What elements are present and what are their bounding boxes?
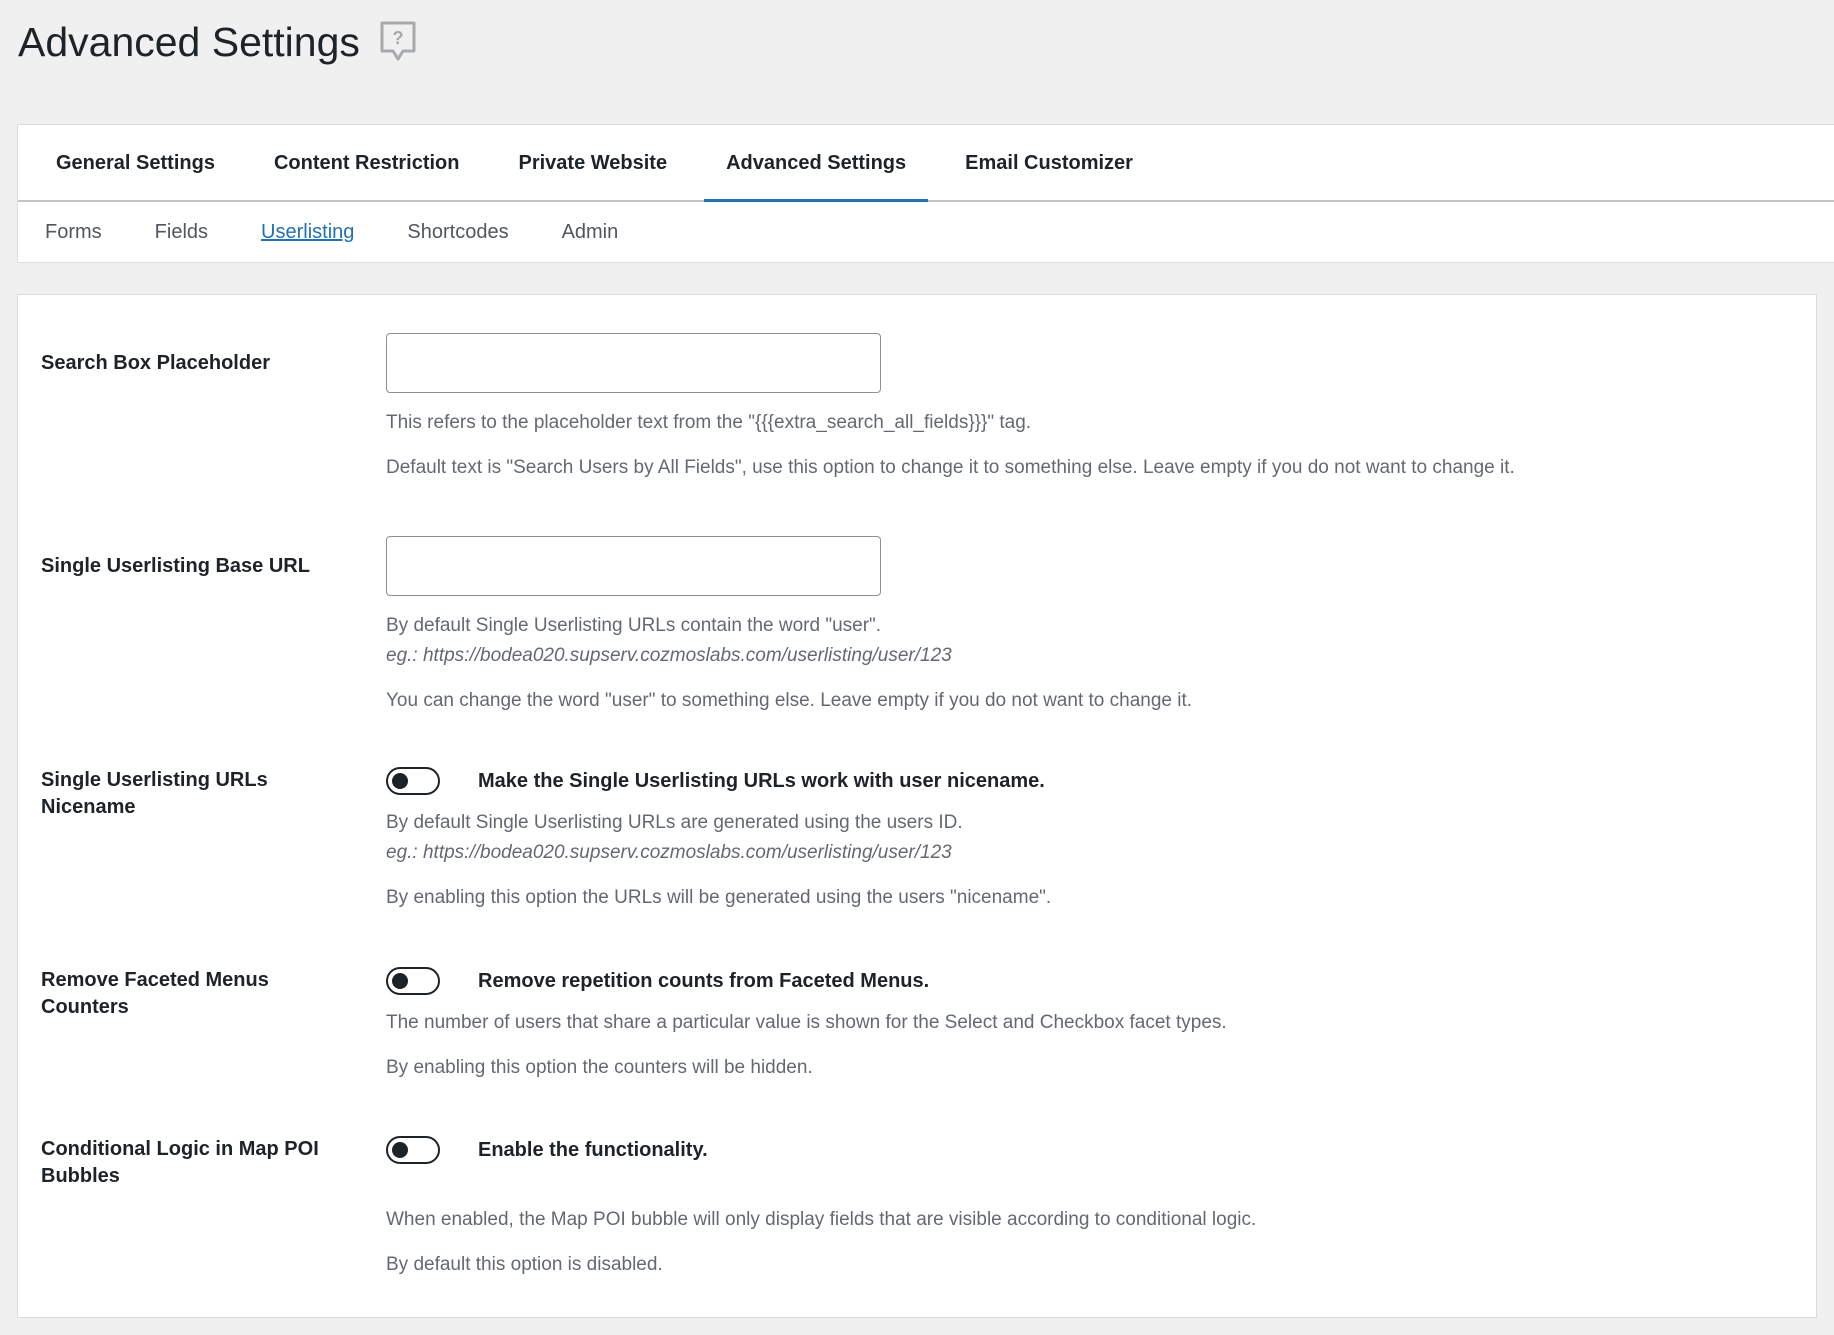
setting-field: Enable the functionality. When enabled, … [386,1135,1796,1279]
setting-description: The number of users that share a particu… [386,1012,1227,1033]
setting-description: You can change the word "user" to someth… [386,690,1193,711]
setting-label: Remove Faceted Menus Counters [41,969,269,1018]
setting-label-line: Conditional Logic in Map POI [41,1138,319,1160]
toggle-knob [392,973,408,989]
setting-label: Conditional Logic in Map POI Bubbles [41,1136,361,1190]
sub-tabs: Forms Fields Userlisting Shortcodes Admi… [18,202,1834,262]
setting-example-url: eg.: https://bodea020.supserv.cozmoslabs… [386,645,952,666]
setting-field: Remove repetition counts from Faceted Me… [386,966,1796,1082]
setting-label: Search Box Placeholder [41,352,270,374]
subtab-admin[interactable]: Admin [562,221,619,244]
setting-description: By default Single Userlisting URLs conta… [386,615,882,636]
subtab-userlisting[interactable]: Userlisting [261,221,354,244]
setting-field: Make the Single Userlisting URLs work wi… [386,766,1796,912]
toggle-knob [392,1142,408,1158]
setting-field: This refers to the placeholder text from… [386,333,1796,482]
subtab-forms[interactable]: Forms [45,221,102,244]
tab-email-customizer[interactable]: Email Customizer [943,125,1155,202]
map-poi-toggle[interactable] [386,1136,440,1164]
setting-field: By default Single Userlisting URLs conta… [386,536,1796,715]
userlisting-settings-panel: Search Box Placeholder This refers to th… [17,294,1817,1318]
base-url-input[interactable] [386,536,881,596]
tab-general-settings[interactable]: General Settings [34,125,237,202]
tab-content-restriction[interactable]: Content Restriction [252,125,482,202]
setting-description: This refers to the placeholder text from… [386,412,1032,433]
search-box-placeholder-input[interactable] [386,333,881,393]
toggle-row: Enable the functionality. [386,1135,1796,1165]
setting-description: By default Single Userlisting URLs are g… [386,812,963,833]
toggle-label: Enable the functionality. [478,1138,708,1161]
setting-description: Default text is "Search Users by All Fie… [386,457,1515,478]
settings-navigation: General Settings Content Restriction Pri… [17,124,1834,263]
setting-description: By default this option is disabled. [386,1254,663,1275]
nicename-toggle[interactable] [386,767,440,795]
page-title: Advanced Settings [18,19,360,65]
faceted-counters-toggle[interactable] [386,967,440,995]
subtab-fields[interactable]: Fields [155,221,208,244]
setting-description: By enabling this option the URLs will be… [386,887,1052,908]
toggle-label: Make the Single Userlisting URLs work wi… [478,769,1045,792]
page-header: Advanced Settings ? [18,18,418,66]
toggle-row: Make the Single Userlisting URLs work wi… [386,766,1796,796]
subtab-shortcodes[interactable]: Shortcodes [407,221,508,244]
tab-advanced-settings[interactable]: Advanced Settings [704,125,929,202]
setting-label: Single Userlisting URLs Nicename [41,769,268,818]
help-question-bubble-icon[interactable]: ? [378,20,418,64]
setting-description: When enabled, the Map POI bubble will on… [386,1209,1257,1230]
setting-example-url: eg.: https://bodea020.supserv.cozmoslabs… [386,842,952,863]
toggle-label: Remove repetition counts from Faceted Me… [478,969,930,992]
setting-label-line: Bubbles [41,1165,120,1187]
main-tabs: General Settings Content Restriction Pri… [18,125,1834,202]
setting-description: By enabling this option the counters wil… [386,1057,813,1078]
toggle-row: Remove repetition counts from Faceted Me… [386,966,1796,996]
svg-text:?: ? [392,28,403,48]
tab-private-website[interactable]: Private Website [497,125,690,202]
toggle-knob [392,773,408,789]
setting-label: Single Userlisting Base URL [41,555,310,577]
